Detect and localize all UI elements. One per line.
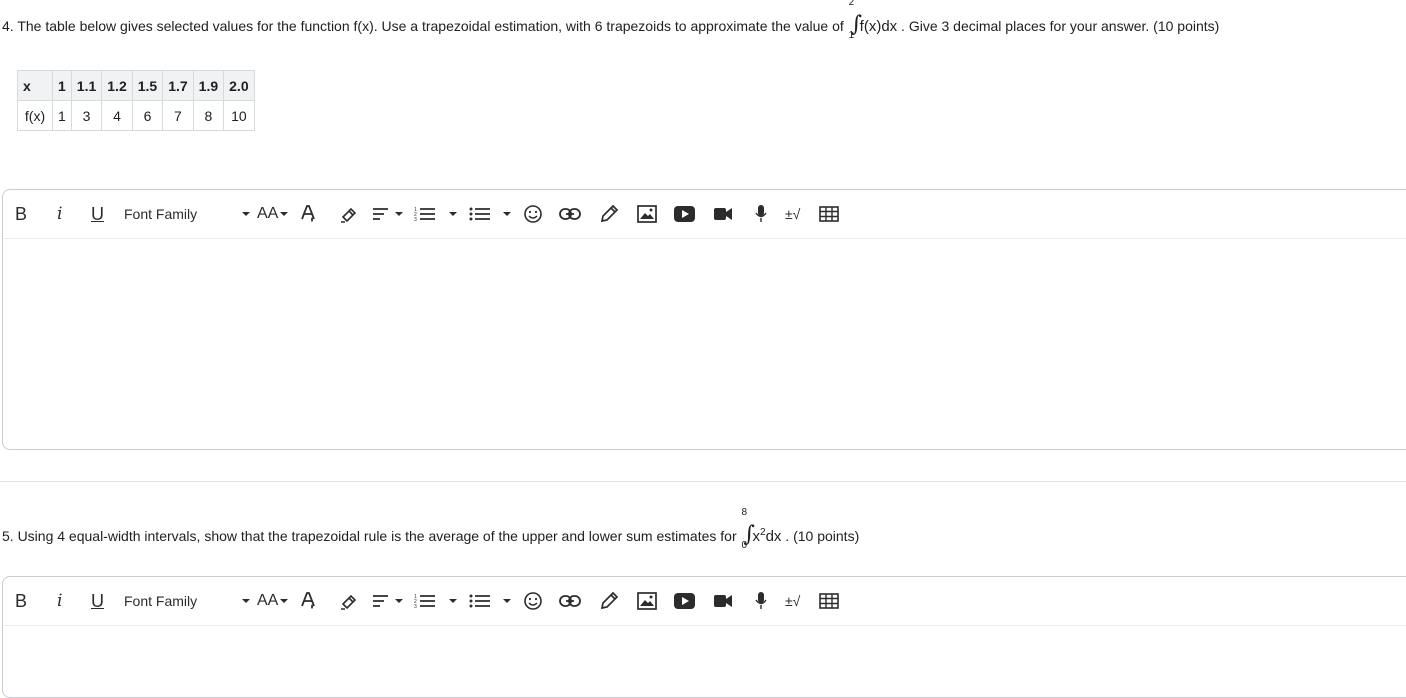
table-cell: 1 xyxy=(52,100,72,131)
question-4-text-after: . Give 3 decimal places for your answer.… xyxy=(897,18,1220,34)
question-divider xyxy=(0,481,1406,482)
table-cell: 1.9 xyxy=(192,70,225,101)
ordered-list-dropdown-caret[interactable] xyxy=(449,590,457,612)
emoji-icon[interactable] xyxy=(523,590,543,612)
table-cell: 1.5 xyxy=(131,70,164,101)
question-4-text-before: 4. The table below gives selected values… xyxy=(2,18,848,34)
bold-button[interactable]: B xyxy=(15,203,27,225)
table-cell: 3 xyxy=(70,100,103,131)
highlighter-icon[interactable] xyxy=(339,203,359,225)
integrand-differential: dx xyxy=(765,528,782,545)
video-icon[interactable] xyxy=(674,203,695,225)
font-color-icon[interactable] xyxy=(301,590,317,612)
highlighter-icon[interactable] xyxy=(339,590,359,612)
table-cell: x xyxy=(17,70,53,101)
ordered-list-dropdown-caret[interactable] xyxy=(449,203,457,225)
font-size-label: AA xyxy=(257,592,279,609)
font-size-button[interactable]: AA xyxy=(257,590,289,612)
table-cell: 1.2 xyxy=(101,70,133,101)
microphone-icon[interactable] xyxy=(755,590,767,612)
table-cell: 1 xyxy=(52,70,72,101)
link-icon[interactable] xyxy=(559,203,581,225)
integral-upper-limit: 2 xyxy=(848,0,855,8)
bullet-list-icon[interactable] xyxy=(469,590,491,612)
question-5-text-after: . (10 points) xyxy=(781,528,860,544)
answer-editor-q4[interactable]: B i U Font Family AA 123 ±√ xyxy=(2,189,1406,450)
image-icon[interactable] xyxy=(637,203,657,225)
svg-text:3: 3 xyxy=(414,217,417,222)
integral-lower-limit: 0 xyxy=(741,540,748,551)
video-camera-icon[interactable] xyxy=(714,203,732,225)
pencil-icon[interactable] xyxy=(599,590,619,612)
question-4-prompt: 4. The table below gives selected values… xyxy=(2,0,1220,41)
underline-button[interactable]: U xyxy=(91,590,104,612)
underline-button[interactable]: U xyxy=(91,203,104,225)
align-icon[interactable] xyxy=(372,203,403,225)
ordered-list-icon[interactable]: 123 xyxy=(414,203,436,225)
align-icon[interactable] xyxy=(372,590,403,612)
table-cell: 1.7 xyxy=(162,70,194,101)
integrand: f(x)dx xyxy=(859,18,898,35)
integral-upper-limit: 8 xyxy=(741,507,748,518)
question-5-prompt: 5. Using 4 equal-width intervals, show t… xyxy=(2,507,860,551)
video-camera-icon[interactable] xyxy=(714,590,732,612)
table-cell: f(x) xyxy=(17,100,53,131)
bullet-list-dropdown-caret[interactable] xyxy=(503,203,511,225)
video-icon[interactable] xyxy=(674,590,695,612)
answer-editor-q5[interactable]: B i U Font Family AA 123 ±√ xyxy=(2,576,1406,698)
equation-button[interactable]: ±√ xyxy=(785,590,800,612)
editor-toolbar: B i U Font Family AA 123 ±√ xyxy=(3,190,1406,239)
table-cell: 1.1 xyxy=(70,70,103,101)
svg-text:3: 3 xyxy=(414,604,417,609)
font-family-dropdown-caret[interactable] xyxy=(242,590,250,612)
question-5-text-before: 5. Using 4 equal-width intervals, show t… xyxy=(2,528,741,544)
font-size-button[interactable]: AA xyxy=(257,203,289,225)
image-icon[interactable] xyxy=(637,590,657,612)
emoji-icon[interactable] xyxy=(523,203,543,225)
equation-button[interactable]: ±√ xyxy=(785,203,800,225)
integral-symbol: 2 ∫ 1 xyxy=(848,0,863,41)
values-table: x 1 1.1 1.2 1.5 1.7 1.9 2.0 f(x) 1 3 4 6… xyxy=(17,70,255,131)
link-icon[interactable] xyxy=(559,590,581,612)
font-size-label: AA xyxy=(257,205,279,222)
table-header-row: x 1 1.1 1.2 1.5 1.7 1.9 2.0 xyxy=(17,70,255,101)
table-cell: 10 xyxy=(223,100,255,131)
table-cell: 4 xyxy=(101,100,133,131)
italic-button[interactable]: i xyxy=(57,203,62,225)
bold-button[interactable]: B xyxy=(15,590,27,612)
bullet-list-icon[interactable] xyxy=(469,203,491,225)
microphone-icon[interactable] xyxy=(755,203,767,225)
font-family-dropdown-caret[interactable] xyxy=(242,203,250,225)
integral-lower-limit: 1 xyxy=(848,30,855,41)
table-row: f(x) 1 3 4 6 7 8 10 xyxy=(17,100,255,131)
table-icon[interactable] xyxy=(819,203,839,225)
bullet-list-dropdown-caret[interactable] xyxy=(503,590,511,612)
table-cell: 8 xyxy=(192,100,225,131)
table-icon[interactable] xyxy=(819,590,839,612)
table-cell: 2.0 xyxy=(223,70,255,101)
table-cell: 6 xyxy=(131,100,164,131)
font-family-select[interactable]: Font Family xyxy=(124,203,197,225)
font-color-icon[interactable] xyxy=(301,203,317,225)
italic-button[interactable]: i xyxy=(57,590,62,612)
ordered-list-icon[interactable]: 123 xyxy=(414,590,436,612)
integral-symbol: 8 ∫ 0 xyxy=(741,507,755,551)
integrand: x2dx xyxy=(753,528,782,546)
font-family-select[interactable]: Font Family xyxy=(124,590,197,612)
pencil-icon[interactable] xyxy=(599,203,619,225)
editor-toolbar: B i U Font Family AA 123 ±√ xyxy=(3,577,1406,626)
table-cell: 7 xyxy=(162,100,194,131)
